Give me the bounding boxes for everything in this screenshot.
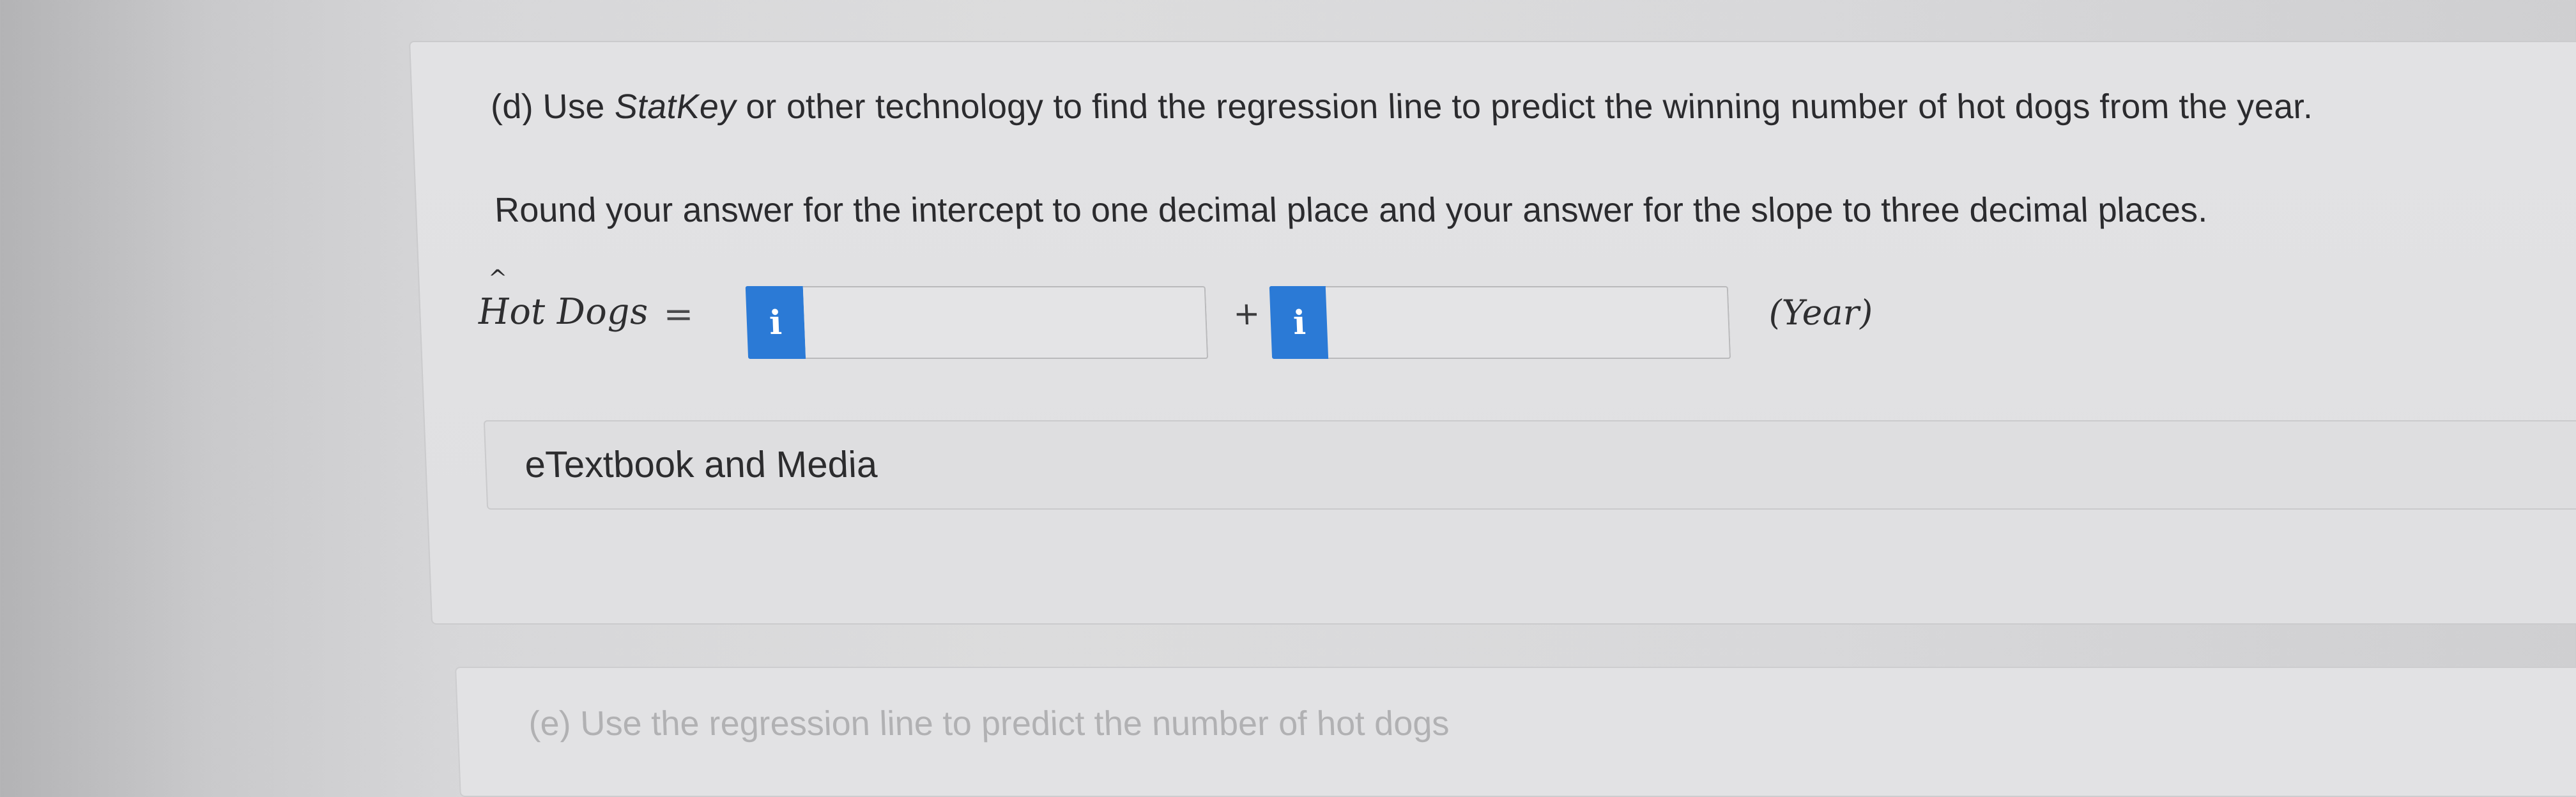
next-question-card: (e) Use the regression line to predict t… (455, 667, 2576, 797)
rounding-instructions: Round your answer for the intercept to o… (494, 191, 2208, 229)
equals-sign: = (663, 294, 694, 335)
question-prompt: (d) Use StatKey or other technology to f… (490, 87, 2313, 126)
slope-input[interactable] (1325, 286, 1731, 359)
prompt-text-before: Use (542, 87, 615, 126)
regression-equation: ^ Hot Dogs = i + i (Year) (477, 266, 1886, 368)
etextbook-media-label: eTextbook and Media (524, 444, 878, 485)
part-label: (d) (489, 87, 534, 126)
prompt-text-after: or other technology to find the regressi… (735, 87, 2313, 126)
question-card: (d) Use StatKey or other technology to f… (409, 41, 2576, 625)
explanatory-variable: (Year) (1768, 292, 1874, 333)
prompt-tool-name: StatKey (613, 87, 737, 126)
intercept-input[interactable] (802, 286, 1209, 359)
plus-sign: + (1232, 295, 1261, 332)
hat-symbol: ^ (487, 266, 509, 292)
etextbook-media-button[interactable]: eTextbook and Media (483, 420, 2576, 510)
response-variable: ^ Hot Dogs (477, 266, 649, 333)
response-variable-label: Hot Dogs (477, 291, 649, 333)
next-question-text: (e) Use the regression line to predict t… (528, 704, 1450, 743)
intercept-info-icon[interactable]: i (745, 286, 806, 359)
response-variable-with-hat: ^ Hot Dogs (477, 266, 649, 333)
slope-info-icon[interactable]: i (1269, 286, 1330, 359)
